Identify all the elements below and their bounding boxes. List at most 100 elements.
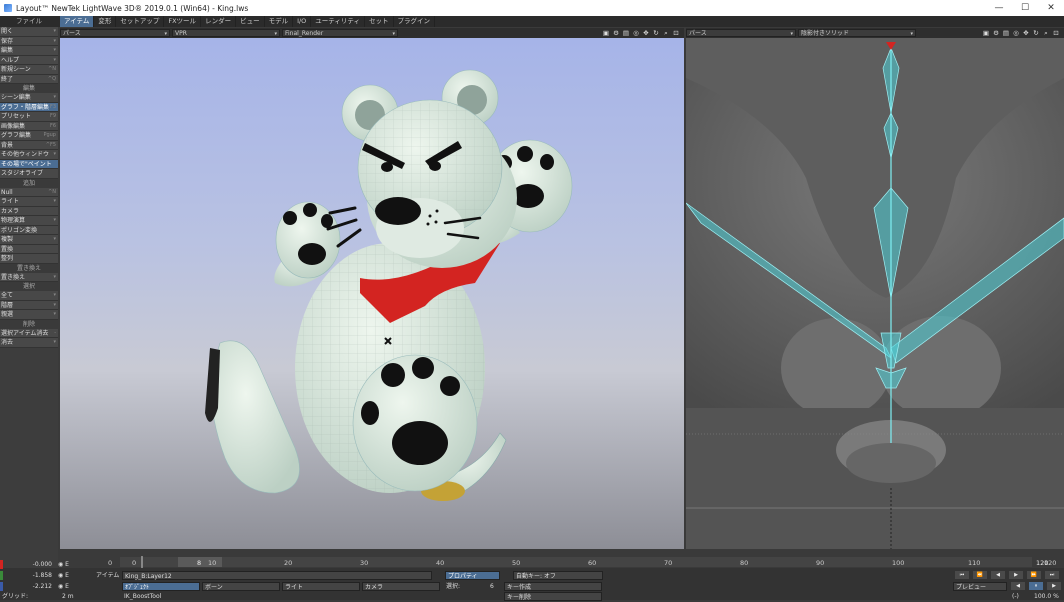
- shading-select[interactable]: 陰影付きソリッド ▾: [798, 29, 916, 37]
- camera-select[interactable]: Final_Render ▾: [282, 29, 398, 37]
- sidebar-item[interactable]: 新規シーン ^N: [0, 65, 58, 75]
- sidebar-item[interactable]: プリセット F9: [0, 112, 58, 122]
- eye-icon-z[interactable]: ◉ E: [58, 582, 69, 591]
- zoom-icon-2[interactable]: ⌕: [1042, 29, 1050, 37]
- position-z[interactable]: -2.212: [4, 582, 52, 591]
- menu-tab[interactable]: アイテム: [60, 16, 95, 27]
- position-y[interactable]: -1.858: [4, 571, 52, 580]
- start-frame-label[interactable]: 0: [108, 559, 112, 567]
- lock-icon-2[interactable]: ▣: [982, 29, 990, 37]
- menu-tab[interactable]: ビュー: [236, 16, 265, 27]
- gear-icon-2[interactable]: ⚙: [992, 29, 1000, 37]
- create-key-button[interactable]: キー作成: [504, 582, 602, 591]
- menu-tab[interactable]: 変形: [94, 16, 117, 27]
- first-frame-icon[interactable]: ⏮: [955, 571, 969, 579]
- sidebar-item[interactable]: 整列: [0, 254, 58, 264]
- position-x[interactable]: -0.000: [4, 560, 52, 569]
- minimize-button[interactable]: —: [986, 0, 1012, 16]
- sidebar-item[interactable]: シーン編集 ▾: [0, 93, 58, 103]
- object-mode-button[interactable]: ｵﾌﾞｼﾞｪｸﾄ: [122, 582, 200, 591]
- eye-icon-y[interactable]: ◉ E: [58, 571, 69, 580]
- menu-tab[interactable]: レンダー: [201, 16, 237, 27]
- bone-mode-button[interactable]: ボーン: [202, 582, 280, 591]
- camera-mode-button[interactable]: カメラ: [362, 582, 440, 591]
- gear-icon[interactable]: ⚙: [612, 29, 620, 37]
- sidebar-item[interactable]: ヘルプ ▾: [0, 55, 58, 65]
- center-icon[interactable]: ◎: [632, 29, 640, 37]
- prev-frame-icon[interactable]: ◀: [991, 571, 1005, 579]
- sidebar-item-label: 物理演算: [1, 217, 26, 224]
- menu-tab[interactable]: セット: [365, 16, 394, 27]
- menu-tab[interactable]: I/O: [293, 16, 312, 27]
- render-mode-select[interactable]: VPR ▾: [172, 29, 280, 37]
- pause-icon[interactable]: ⏸: [1029, 582, 1043, 590]
- maximize-button[interactable]: ☐: [1012, 0, 1038, 16]
- sidebar-item[interactable]: 編集 ▾: [0, 46, 58, 56]
- sidebar-item[interactable]: 選択アイテム消去 -: [0, 328, 58, 338]
- rotate-view-icon-2[interactable]: ↻: [1032, 29, 1040, 37]
- menu-tab[interactable]: モデル: [265, 16, 294, 27]
- sidebar-item[interactable]: 置換: [0, 244, 58, 254]
- view-mode-select[interactable]: パース ▾: [60, 29, 170, 37]
- sidebar-item[interactable]: グラフ・階層編集 F3: [0, 102, 58, 112]
- save-icon[interactable]: ▤: [622, 29, 630, 37]
- sidebar-item[interactable]: 画像編集 F6: [0, 121, 58, 131]
- sidebar-item[interactable]: 全て ▾: [0, 291, 58, 301]
- forward-play-icon[interactable]: ▶: [1047, 582, 1061, 590]
- sidebar-item[interactable]: 階層 ▾: [0, 300, 58, 310]
- sidebar-item[interactable]: ライト ▾: [0, 197, 58, 207]
- rotate-view-icon[interactable]: ↻: [652, 29, 660, 37]
- reverse-play-icon[interactable]: ◀: [1011, 582, 1025, 590]
- zoom-icon[interactable]: ⌕: [662, 29, 670, 37]
- sidebar-item[interactable]: その場で"ペイント: [0, 159, 58, 169]
- sidebar-item[interactable]: その他ウィンドウ ▾: [0, 150, 58, 160]
- light-mode-button[interactable]: ライト: [282, 582, 360, 591]
- next-key-icon[interactable]: ⏩: [1027, 571, 1041, 579]
- sidebar-item[interactable]: 親選 ▾: [0, 310, 58, 320]
- timeline[interactable]: 0 10 20 30 40 50 60 70 80 90 100 110 120 8 120 0: [60, 556, 1064, 568]
- view-mode-select-2[interactable]: パース ▾: [686, 29, 796, 37]
- sidebar-item[interactable]: スタジオライブ: [0, 169, 58, 179]
- maximize-view-icon-2[interactable]: ⊡: [1052, 29, 1060, 37]
- sidebar-item[interactable]: 背景 ^F5: [0, 140, 58, 150]
- item-select[interactable]: King_B:Layer12: [122, 571, 432, 580]
- last-frame-icon[interactable]: ⏭: [1045, 571, 1059, 579]
- selection-count: 6: [490, 583, 494, 590]
- sidebar-item[interactable]: Null ^N: [0, 187, 58, 197]
- bone-view: [686, 38, 1064, 549]
- menu-tab[interactable]: ユーティリティ: [311, 16, 366, 27]
- sidebar-item[interactable]: カメラ: [0, 206, 58, 216]
- prev-key-icon[interactable]: ⏪: [973, 571, 987, 579]
- eye-icon-x[interactable]: ◉ E: [58, 560, 69, 569]
- play-icon[interactable]: ▶: [1009, 571, 1023, 579]
- property-button[interactable]: プロパティ: [445, 571, 500, 580]
- center-icon-2[interactable]: ◎: [1012, 29, 1020, 37]
- lock-icon[interactable]: ▣: [602, 29, 610, 37]
- sidebar-item[interactable]: 終了 ^Q: [0, 74, 58, 84]
- sidebar-item-label: その他ウィンドウ: [1, 151, 50, 158]
- menu-tab[interactable]: FXツール: [164, 16, 202, 27]
- sidebar-item[interactable]: 消去 ▾: [0, 338, 58, 348]
- file-menu-title[interactable]: ファイル: [0, 16, 58, 27]
- sidebar-item[interactable]: 置き換え ▾: [0, 272, 58, 282]
- close-button[interactable]: ✕: [1038, 0, 1064, 16]
- end-frame-label[interactable]: 120: [1036, 559, 1048, 567]
- move-view-icon-2[interactable]: ✥: [1022, 29, 1030, 37]
- sidebar-item[interactable]: 保存 ▾: [0, 36, 58, 46]
- sidebar-item[interactable]: ポリゴン変換: [0, 225, 58, 235]
- maximize-view-icon[interactable]: ⊡: [672, 29, 680, 37]
- viewport-render[interactable]: [60, 38, 684, 549]
- preview-select[interactable]: プレビュー: [953, 582, 1007, 591]
- timeline-tick-label: 70: [664, 559, 672, 567]
- move-view-icon[interactable]: ✥: [642, 29, 650, 37]
- sidebar-item-label: ポリゴン変換: [1, 226, 38, 234]
- viewport-bones[interactable]: [686, 38, 1064, 549]
- sidebar-item[interactable]: 物理演算 ▾: [0, 216, 58, 226]
- menu-tab[interactable]: プラグイン: [394, 16, 436, 27]
- auto-key-select[interactable]: 自動キー: オフ: [513, 571, 603, 580]
- sidebar-item[interactable]: 複製 ▾: [0, 235, 58, 245]
- save-icon-2[interactable]: ▤: [1002, 29, 1010, 37]
- sidebar-item[interactable]: グラフ編集 Pgup: [0, 131, 58, 141]
- sidebar-item[interactable]: 開く ▾: [0, 27, 58, 37]
- menu-tab[interactable]: セットアップ: [116, 16, 165, 27]
